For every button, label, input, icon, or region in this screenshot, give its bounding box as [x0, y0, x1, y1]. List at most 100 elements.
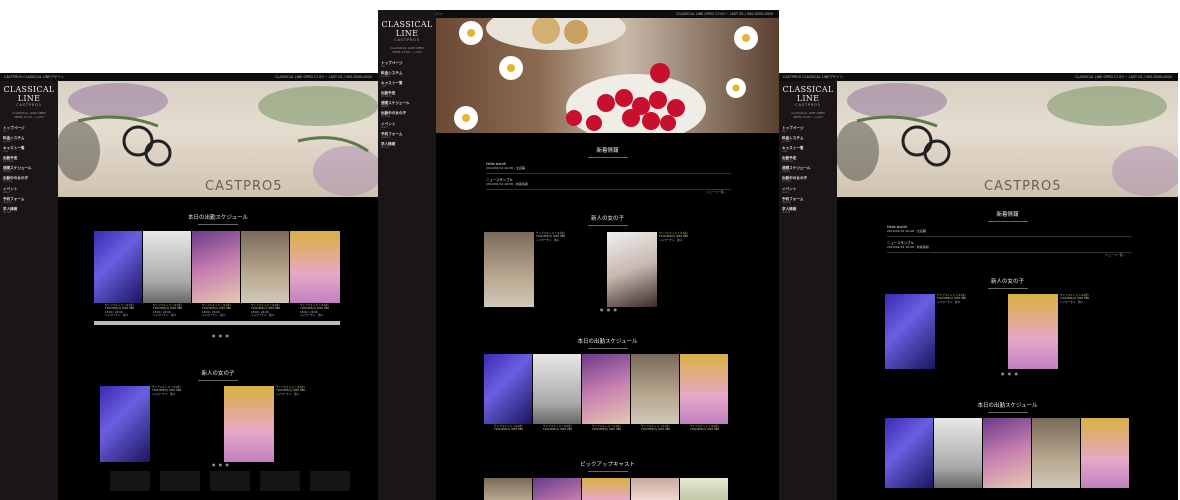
preview-right: CASTPRO5 CLASSICAL LINEデザイン CLASSICAL LI… [779, 73, 1178, 500]
top-bar-right: CLASSICAL LINE OPEN 17:00 ~ LAST 05 / 00… [1075, 75, 1172, 79]
sidebar-item[interactable]: イベント event [381, 122, 436, 130]
top-bar: CASTPRO5 CLASSICAL LINEデザイン CLASSICAL LI… [0, 73, 378, 81]
news-more-link[interactable]: ニュース一覧 › [706, 190, 726, 194]
cast-caption: サンプルキャスト(24歳) T160 B85(C) W58 H86 シャワーナシ 新… [1060, 294, 1090, 304]
news-item[interactable]: ニュースサンプル 2019/02/14 16:08 - 新着情報 [486, 177, 731, 186]
cast-photo[interactable] [533, 478, 581, 500]
cast-caption: サンプルキャスト(24歳) T160 B85(C) W58 H86 シャワーナシ 新… [152, 386, 182, 396]
cast-photo[interactable] [582, 354, 630, 424]
sidebar-item[interactable]: 求人情報 recruit [782, 207, 837, 215]
berry-illustration [454, 18, 758, 133]
cast-caption: サンプルキャスト(24歳) T160 B85(C) W58 H86 [690, 425, 720, 432]
logo[interactable]: CLASSICAL LINE [779, 85, 837, 103]
cast-photo[interactable] [1081, 418, 1129, 488]
cast-photo[interactable] [310, 471, 350, 491]
sidebar-item[interactable]: トップページ top [782, 126, 837, 134]
cast-photo[interactable] [885, 418, 933, 488]
cast-photo[interactable] [160, 471, 200, 491]
cast-photo[interactable] [533, 354, 581, 424]
logo[interactable]: CLASSICAL LINE [0, 85, 58, 103]
cast-caption: サンプルキャスト(24歳) T160 B85(C) W58 H86 シャワーナシ 新… [276, 386, 306, 396]
cast-photo[interactable] [885, 294, 935, 369]
cast-photo[interactable] [1008, 294, 1058, 369]
sidebar-menu: トップページ top 料金システム system キャスト一覧 cast 出勤予定 sc… [779, 126, 837, 215]
sidebar-menu: トップページ top 料金システム system キャスト一覧 cast 出勤予定 sc… [0, 126, 58, 215]
cast-photo[interactable] [680, 354, 728, 424]
sidebar-item[interactable]: トップページ top [381, 61, 436, 69]
top-bar: CASTPRO5 CLASSICAL LINEデザイン CLASSICAL LI… [779, 73, 1178, 81]
sidebar-item[interactable]: 予約フォーム reserve [381, 132, 436, 140]
sidebar-item[interactable]: 求人情報 recruit [3, 207, 58, 215]
top-bar-right: CLASSICAL LINE OPEN 17:00 ~ LAST 05 / 00… [275, 75, 372, 79]
pager-dots[interactable]: ● ● ● [1001, 371, 1019, 376]
logo[interactable]: CLASSICAL LINE [378, 20, 436, 38]
section-title-newgirl: 新人の女の子 [837, 277, 1178, 289]
sidebar-item[interactable]: イベント event [782, 187, 837, 195]
sidebar-item[interactable]: 週間スケジュール weekly [3, 166, 58, 174]
sidebar-item[interactable]: 出勤中の女の子 on duty [3, 176, 58, 184]
cast-photo[interactable] [582, 478, 630, 500]
cast-photo[interactable] [94, 231, 142, 303]
cast-photo[interactable] [484, 232, 534, 307]
news-more-link[interactable]: ニュース一覧 › [1105, 253, 1125, 257]
cast-photo[interactable] [484, 354, 532, 424]
sidebar-item[interactable]: 出勤予定 schedule [782, 156, 837, 164]
cast-photo[interactable] [100, 386, 150, 462]
pager-dots[interactable]: ● ● ● [600, 307, 618, 312]
cast-photo[interactable] [210, 471, 250, 491]
cast-photo[interactable] [290, 231, 340, 303]
section-title-pickup: ピックアップキャスト [436, 460, 779, 472]
sidebar-item[interactable]: イベント event [3, 187, 58, 195]
sidebar-item[interactable]: 週間スケジュール weekly [782, 166, 837, 174]
news-item[interactable]: Hello world! 2019/02/14 16:08 - 全店舗 [887, 225, 1132, 233]
cast-caption: サンプルキャスト(24歳) T160 B85(C) W58 H86 シャワーナシ 新… [937, 294, 967, 304]
cast-photo[interactable] [631, 354, 679, 424]
sidebar-item[interactable]: 出勤中の女の子 on duty [381, 111, 436, 119]
sidebar-item[interactable]: 出勤予定 schedule [3, 156, 58, 164]
news-item[interactable]: ニュースサンプル 2019/02/14 16:08 - 新着情報 [887, 240, 1132, 249]
sidebar-item[interactable]: 求人情報 recruit [381, 142, 436, 150]
cast-photo[interactable] [934, 418, 982, 488]
sidebar-item[interactable]: 料金システム system [3, 136, 58, 144]
cast-photo[interactable] [631, 478, 679, 500]
pager-dots[interactable]: ● ● ● [212, 462, 230, 467]
cast-photo[interactable] [1032, 418, 1080, 488]
sidebar-item[interactable]: 料金システム system [381, 71, 436, 79]
cast-photo[interactable] [260, 471, 300, 491]
sidebar-item[interactable]: トップページ top [3, 126, 58, 134]
cast-caption: サンプルキャスト(24歳) T160 B85(C) W58 H86 18:00 - … [202, 304, 232, 318]
cast-photo[interactable] [192, 231, 240, 303]
cast-photo[interactable] [484, 478, 532, 500]
news-item[interactable]: Hello world! 2019/02/14 16:08 - 全店舗 [486, 162, 731, 170]
pager-dots[interactable]: ● ● ● [212, 333, 230, 338]
section-title-newgirl: 新人の女の子 [58, 369, 378, 381]
top-bar-right: CLASSICAL LINE OPEN 17:00 ~ LAST 05 / 00… [676, 12, 773, 16]
cast-caption: サンプルキャスト(24歳) T160 B85(C) W58 H86 18:00 - … [300, 304, 330, 318]
sidebar-item[interactable]: 料金システム system [782, 136, 837, 144]
cast-photo[interactable] [983, 418, 1031, 488]
section-title-schedule: 本日の出勤スケジュール [436, 337, 779, 349]
cast-photo[interactable] [110, 471, 150, 491]
sidebar-menu: トップページ top 料金システム system キャスト一覧 cast 出勤予定 sc… [378, 61, 436, 150]
cast-photo[interactable] [680, 478, 728, 500]
cast-caption: サンプルキャスト(24歳) T160 B85(C) W58 H86 [641, 425, 671, 432]
logo-sub: CASTPRO5 [16, 103, 42, 107]
sidebar-item[interactable]: キャスト一覧 cast [381, 81, 436, 89]
cast-photo[interactable] [143, 231, 191, 303]
sidebar-item[interactable]: 週間スケジュール weekly [381, 101, 436, 109]
sidebar-item[interactable]: 予約フォーム reserve [3, 197, 58, 205]
sidebar-item[interactable]: 予約フォーム reserve [782, 197, 837, 205]
sidebar-item[interactable]: キャスト一覧 cast [782, 146, 837, 154]
top-bar-left: CASTPRO5 CLASSICAL LINEデザイン [783, 75, 843, 79]
sidebar-item[interactable]: 出勤中の女の子 on duty [782, 176, 837, 184]
cast-photo[interactable] [607, 232, 657, 307]
top-bar: CASTPRO5 CLASSICAL LINEデザイン CLASSICAL LI… [378, 10, 779, 18]
sidebar-item[interactable]: キャスト一覧 cast [3, 146, 58, 154]
sidebar: CLASSICAL LINE CASTPRO5 CLASSICAL LINE O… [779, 81, 837, 500]
logo-sub: CASTPRO5 [795, 103, 821, 107]
sidebar-item[interactable]: 出勤予定 schedule [381, 91, 436, 99]
cast-photo[interactable] [241, 231, 289, 303]
top-bar-left: CASTPRO5 CLASSICAL LINEデザイン [4, 75, 64, 79]
cast-photo[interactable] [224, 386, 274, 462]
sidebar: CLASSICAL LINE CASTPRO5 CLASSICAL LINE O… [0, 81, 58, 500]
